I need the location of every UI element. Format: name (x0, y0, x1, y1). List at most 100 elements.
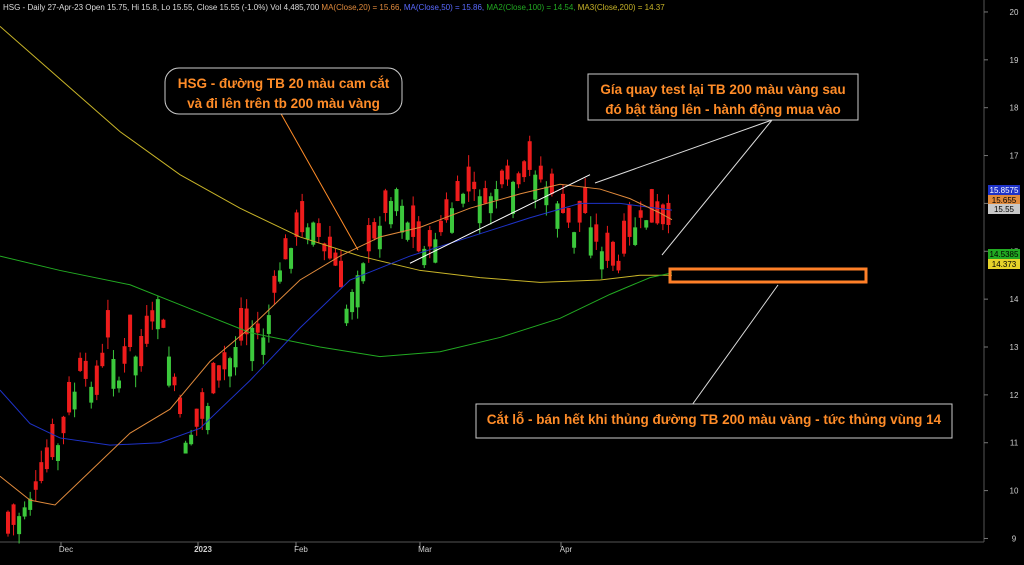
candle-body (511, 181, 516, 214)
candle-body (466, 166, 471, 192)
candle-body (366, 225, 371, 252)
y-tick-label: 14 (1010, 295, 1019, 304)
candle-body (361, 263, 366, 282)
candle-body (605, 232, 610, 261)
candle-body (183, 442, 188, 454)
candle-body (499, 170, 504, 185)
candle-body (294, 212, 299, 237)
y-tick-label: 17 (1010, 152, 1019, 161)
candle-body (644, 220, 649, 228)
candle-body (405, 222, 410, 240)
candle-body (505, 165, 510, 180)
candle-body (588, 227, 593, 256)
price-badge-label: 15.655 (992, 196, 1017, 205)
price-badge-label: 14.373 (992, 260, 1017, 269)
x-tick-label: 2023 (194, 545, 212, 554)
annotation-stop-loss: Cắt lỗ - bán hết khi thủng đường TB 200 … (475, 403, 953, 439)
candle-body (583, 187, 588, 213)
candle-body (483, 188, 488, 204)
candle-body (610, 241, 615, 266)
candle-body (39, 462, 44, 482)
candle-body (461, 193, 466, 204)
price-badge: 15.655 (988, 195, 1020, 205)
y-tick-label: 18 (1010, 104, 1019, 113)
price-badge: 14.5385 (988, 249, 1020, 259)
candle-body (67, 381, 72, 413)
candle-body (216, 365, 221, 381)
candle-body (61, 416, 66, 434)
candle-body (172, 376, 177, 386)
candle-body (450, 208, 454, 233)
candle-body (472, 181, 477, 190)
header-ma100: MA2(Close,100) = 14.54, (486, 3, 577, 12)
candle-body (22, 507, 27, 517)
candle-body (266, 315, 271, 334)
header-info: HSG - Daily 27-Apr-23 Open 15.75, Hi 15.… (3, 3, 321, 12)
candle-body (205, 406, 210, 431)
annotation-golden-cross-text: HSG - đường TB 20 màu cam cắt (178, 76, 390, 91)
candle-body (139, 336, 144, 367)
candle-body (339, 260, 343, 288)
candle-body (477, 196, 482, 224)
candle-body (255, 323, 260, 333)
candle-body (538, 165, 543, 180)
candle-body (44, 447, 49, 470)
candle-body (111, 358, 116, 389)
candle-body (549, 173, 554, 194)
candle-body (327, 236, 332, 259)
candle-body (527, 141, 532, 170)
price-badge-label: 14.5385 (990, 250, 1019, 259)
y-tick-label: 11 (1010, 439, 1019, 448)
candle-body (117, 380, 121, 389)
candle-body (161, 319, 166, 328)
chart-svg: HSG - Daily 27-Apr-23 Open 15.75, Hi 15.… (0, 0, 1024, 560)
y-tick-label: 9 (1012, 534, 1017, 543)
candle-body (78, 357, 83, 371)
candle-body (300, 201, 305, 233)
price-badge-label: 15.55 (994, 205, 1015, 214)
annotation-retest-buy-text: Gía quay test lại TB 200 màu vàng sau (600, 82, 845, 97)
x-tick-label: Dec (59, 545, 73, 554)
header-ma20: MA(Close,20) = 15.66, (321, 3, 403, 12)
candle-body (233, 347, 238, 368)
candle-body (50, 423, 55, 458)
candle-body (622, 220, 627, 254)
candle-body (350, 291, 355, 313)
candle-body (133, 356, 138, 376)
candle-body (289, 248, 294, 269)
candle-body (305, 227, 310, 240)
candle-body (283, 238, 288, 260)
candle-body (189, 434, 194, 445)
candle-body (89, 386, 94, 403)
candle-body (178, 397, 183, 415)
candle-body (272, 275, 277, 293)
candle-body (355, 275, 360, 308)
candle-body (155, 299, 160, 330)
header-ma200: MA3(Close,200) = 14.37 (578, 3, 665, 12)
x-tick-label: Apr (560, 545, 573, 554)
candle-body (72, 391, 77, 410)
candle-body (533, 174, 538, 200)
candle-body (94, 365, 99, 395)
candle-body (666, 202, 671, 225)
candle-body (394, 189, 399, 212)
candle-body (228, 358, 232, 377)
candle-body (416, 221, 421, 252)
header-ma50: MA(Close,50) = 15.86, (404, 3, 486, 12)
annotation-golden-cross-text: và đi lên trên tb 200 màu vàng (187, 96, 380, 111)
candle-body (427, 230, 432, 247)
candle-body (516, 173, 521, 185)
candle-body (194, 408, 199, 427)
price-badge: 15.8575 (988, 185, 1020, 195)
candle-body (649, 189, 654, 223)
candle-body (438, 220, 443, 233)
candle-body (222, 352, 227, 370)
candle-body (494, 189, 499, 201)
candle-body (633, 227, 638, 245)
price-badge-label: 15.8575 (990, 186, 1019, 195)
candle-body (6, 511, 10, 534)
candle-body (372, 222, 377, 239)
candle-body (100, 352, 105, 367)
candle-body (599, 251, 604, 270)
candle-body (261, 337, 266, 355)
